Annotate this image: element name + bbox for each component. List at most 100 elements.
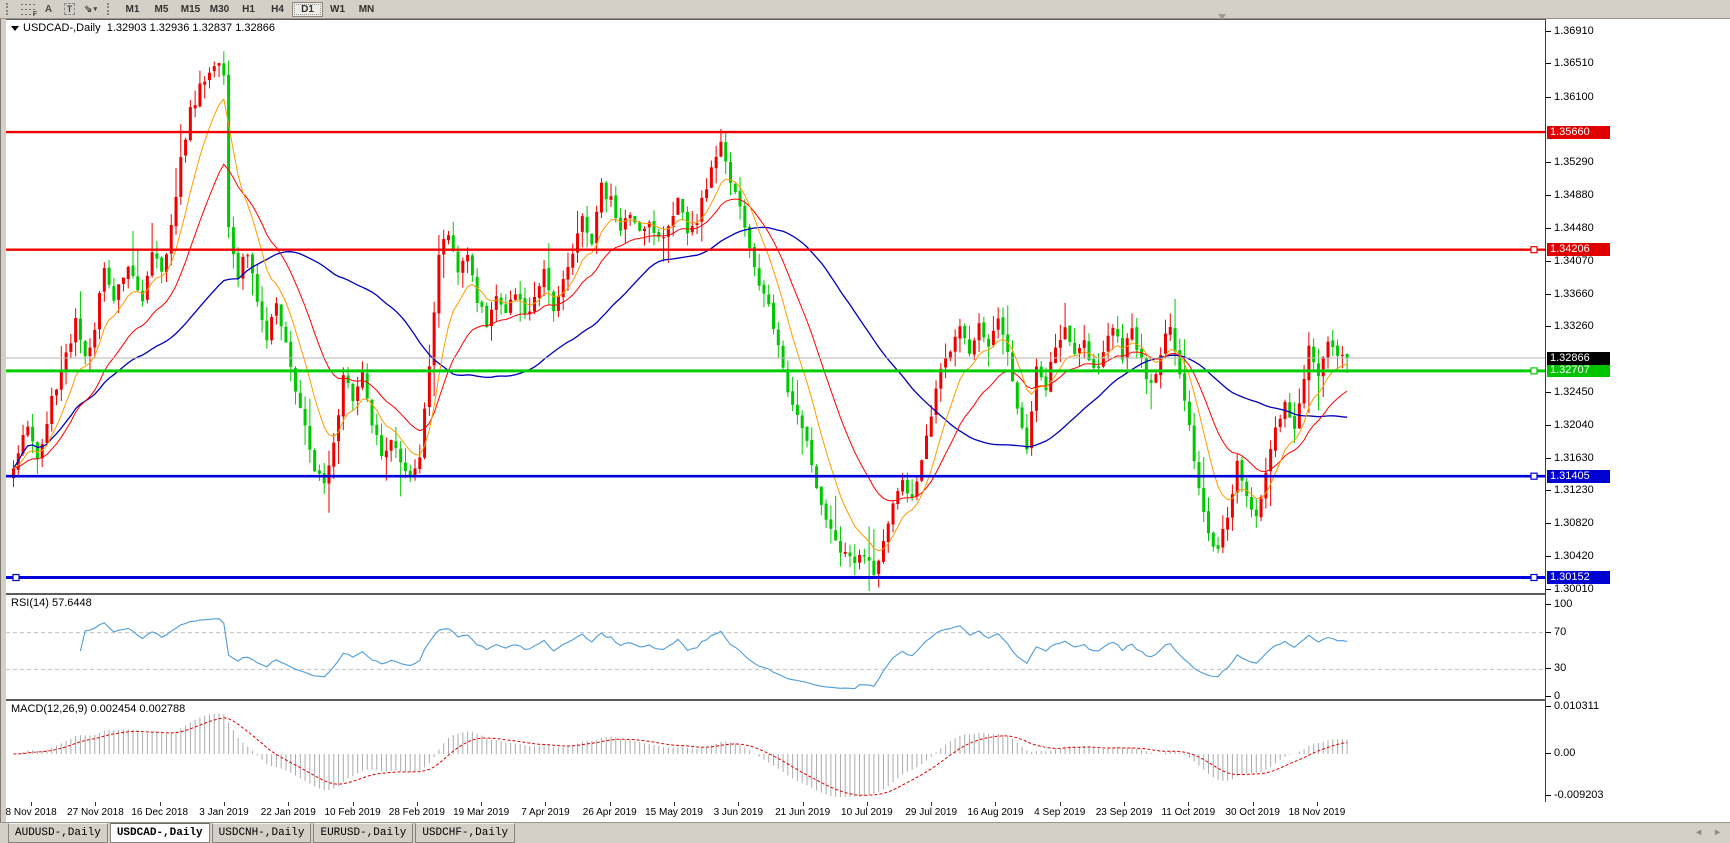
date-tick-mark <box>224 802 225 806</box>
price-tick-label: 1.31230 <box>1554 484 1594 496</box>
date-label: 10 Jul 2019 <box>841 807 893 818</box>
date-tick-mark <box>160 802 161 806</box>
price-line-label: 1.32707 <box>1547 364 1610 377</box>
macd-signal-line <box>14 718 1348 796</box>
axis-tick-mark <box>1546 228 1551 229</box>
timeframe-button-m30[interactable]: M30 <box>205 2 234 17</box>
date-tick-mark <box>353 802 354 806</box>
date-tick-mark <box>931 802 932 806</box>
ma-fast-line <box>14 99 1348 551</box>
axis-tick-mark <box>1546 795 1551 796</box>
timeframe-button-h4[interactable]: H4 <box>263 2 292 17</box>
timeframe-button-w1[interactable]: W1 <box>323 2 352 17</box>
timeframe-button-m5[interactable]: M5 <box>147 2 176 17</box>
axis-tick-mark <box>1546 195 1551 196</box>
fibonacci-icon[interactable]: F <box>17 2 38 17</box>
date-tick-mark <box>545 802 546 806</box>
chart-tab-bar: AUDUSD-,DailyUSDCAD-,DailyUSDCNH-,DailyE… <box>0 822 1730 843</box>
date-tick-mark <box>995 802 996 806</box>
date-label: 26 Apr 2019 <box>583 807 637 818</box>
hline-anchor[interactable] <box>13 575 19 581</box>
date-tick-mark <box>1124 802 1125 806</box>
candlestick-chart-surface[interactable] <box>6 20 1545 591</box>
date-label: 28 Feb 2019 <box>389 807 445 818</box>
toolbar-grip[interactable] <box>6 3 13 15</box>
rsi-line <box>80 619 1347 689</box>
macd-chart-surface[interactable] <box>6 701 1545 800</box>
price-tick-label: 1.34480 <box>1554 222 1594 234</box>
price-tick-label: 1.34070 <box>1554 255 1594 267</box>
tab-scroll-left-icon[interactable]: ◄ <box>1694 827 1703 837</box>
hline-anchor[interactable] <box>1531 473 1537 479</box>
date-label: 27 Nov 2018 <box>67 807 124 818</box>
tab-scroll-arrows: ◄ ► <box>1694 827 1722 837</box>
ohlc-close: 1.32866 <box>235 22 275 34</box>
tab-scroll-right-icon[interactable]: ► <box>1713 827 1722 837</box>
macd-axis-label: -0.009203 <box>1554 789 1604 801</box>
date-label: 10 Feb 2019 <box>324 807 380 818</box>
price-line-label: 1.31405 <box>1547 470 1610 483</box>
macd-panel[interactable]: MACD(12,26,9) 0.002454 0.002788 <box>6 700 1546 803</box>
axis-tick-mark <box>1546 425 1551 426</box>
price-line-label: 1.35660 <box>1547 126 1610 139</box>
date-label: 18 Nov 2019 <box>1289 807 1346 818</box>
date-tick-mark <box>803 802 804 806</box>
date-tick-mark <box>1317 802 1318 806</box>
date-label: 30 Oct 2019 <box>1225 807 1279 818</box>
date-tick-mark <box>1060 802 1061 806</box>
hline-anchor[interactable] <box>1531 575 1537 581</box>
arrows-icon[interactable]: ⇘ ▾ <box>80 2 101 17</box>
timeframe-button-mn[interactable]: MN <box>352 2 381 17</box>
date-label: 19 Mar 2019 <box>453 807 509 818</box>
axis-tick-mark <box>1546 556 1551 557</box>
date-tick-mark <box>481 802 482 806</box>
chart-tab-usdcnh[interactable]: USDCNH-,Daily <box>212 823 312 843</box>
price-line-label: 1.32866 <box>1547 352 1610 365</box>
axis-tick-mark <box>1546 326 1551 327</box>
axis-tick-mark <box>1546 604 1551 605</box>
hline-anchor[interactable] <box>1531 368 1537 374</box>
date-label: 21 Jun 2019 <box>775 807 830 818</box>
price-tick-label: 1.36100 <box>1554 91 1594 103</box>
price-line-label: 1.34206 <box>1547 243 1610 256</box>
price-tick-label: 1.35290 <box>1554 156 1594 168</box>
timeframe-button-m15[interactable]: M15 <box>176 2 205 17</box>
rsi-axis-label: 70 <box>1554 626 1566 638</box>
price-axis[interactable]: 1.369101.365101.361001.352901.348801.344… <box>1546 19 1730 801</box>
chevron-down-icon[interactable]: ▾ <box>93 5 97 13</box>
date-label: 16 Dec 2018 <box>131 807 188 818</box>
axis-tick-mark <box>1546 696 1551 697</box>
date-tick-mark <box>417 802 418 806</box>
price-chart-panel[interactable]: USDCAD-,Daily 1.32903 1.32936 1.32837 1.… <box>6 19 1546 594</box>
chart-tab-usdchf[interactable]: USDCHF-,Daily <box>415 823 515 843</box>
chart-tab-audusd[interactable]: AUDUSD-,Daily <box>8 823 108 843</box>
date-axis[interactable]: 8 Nov 201827 Nov 201816 Dec 20183 Jan 20… <box>6 802 1730 822</box>
text-label-icon[interactable]: T <box>59 2 80 17</box>
hline-anchor[interactable] <box>1531 247 1537 253</box>
date-label: 23 Sep 2019 <box>1096 807 1153 818</box>
symbol-dropdown-icon[interactable] <box>11 26 19 31</box>
mt4-window: F A T ⇘ ▾ M1M5M15M30H1H4D1W1MN USDCAD-,D… <box>0 0 1730 843</box>
text-icon[interactable]: A <box>38 2 59 17</box>
macd-axis-label: 0.00 <box>1554 747 1575 759</box>
toolbar: F A T ⇘ ▾ M1M5M15M30H1H4D1W1MN <box>0 0 1730 19</box>
chart-tab-usdcad[interactable]: USDCAD-,Daily <box>110 823 210 843</box>
timeframe-button-d1[interactable]: D1 <box>292 2 323 17</box>
chart-tab-eurusd[interactable]: EURUSD-,Daily <box>313 823 413 843</box>
price-tick-label: 1.30010 <box>1554 583 1594 595</box>
timeframe-button-m1[interactable]: M1 <box>118 2 147 17</box>
axis-tick-mark <box>1546 706 1551 707</box>
ohlc-low: 1.32837 <box>192 22 232 34</box>
axis-tick-mark <box>1546 589 1551 590</box>
ohlc-high: 1.32936 <box>150 22 190 34</box>
ma-slow-line <box>14 227 1348 468</box>
date-label: 3 Jan 2019 <box>199 807 249 818</box>
timeframe-button-h1[interactable]: H1 <box>234 2 263 17</box>
timeframe-buttons: M1M5M15M30H1H4D1W1MN <box>118 2 381 17</box>
rsi-chart-surface[interactable] <box>6 595 1545 697</box>
price-line-label: 1.30152 <box>1547 571 1610 584</box>
rsi-panel[interactable]: RSI(14) 57.6448 <box>6 594 1546 700</box>
timeframe-group-grip[interactable] <box>107 3 114 15</box>
date-tick-mark <box>95 802 96 806</box>
date-tick-mark <box>288 802 289 806</box>
